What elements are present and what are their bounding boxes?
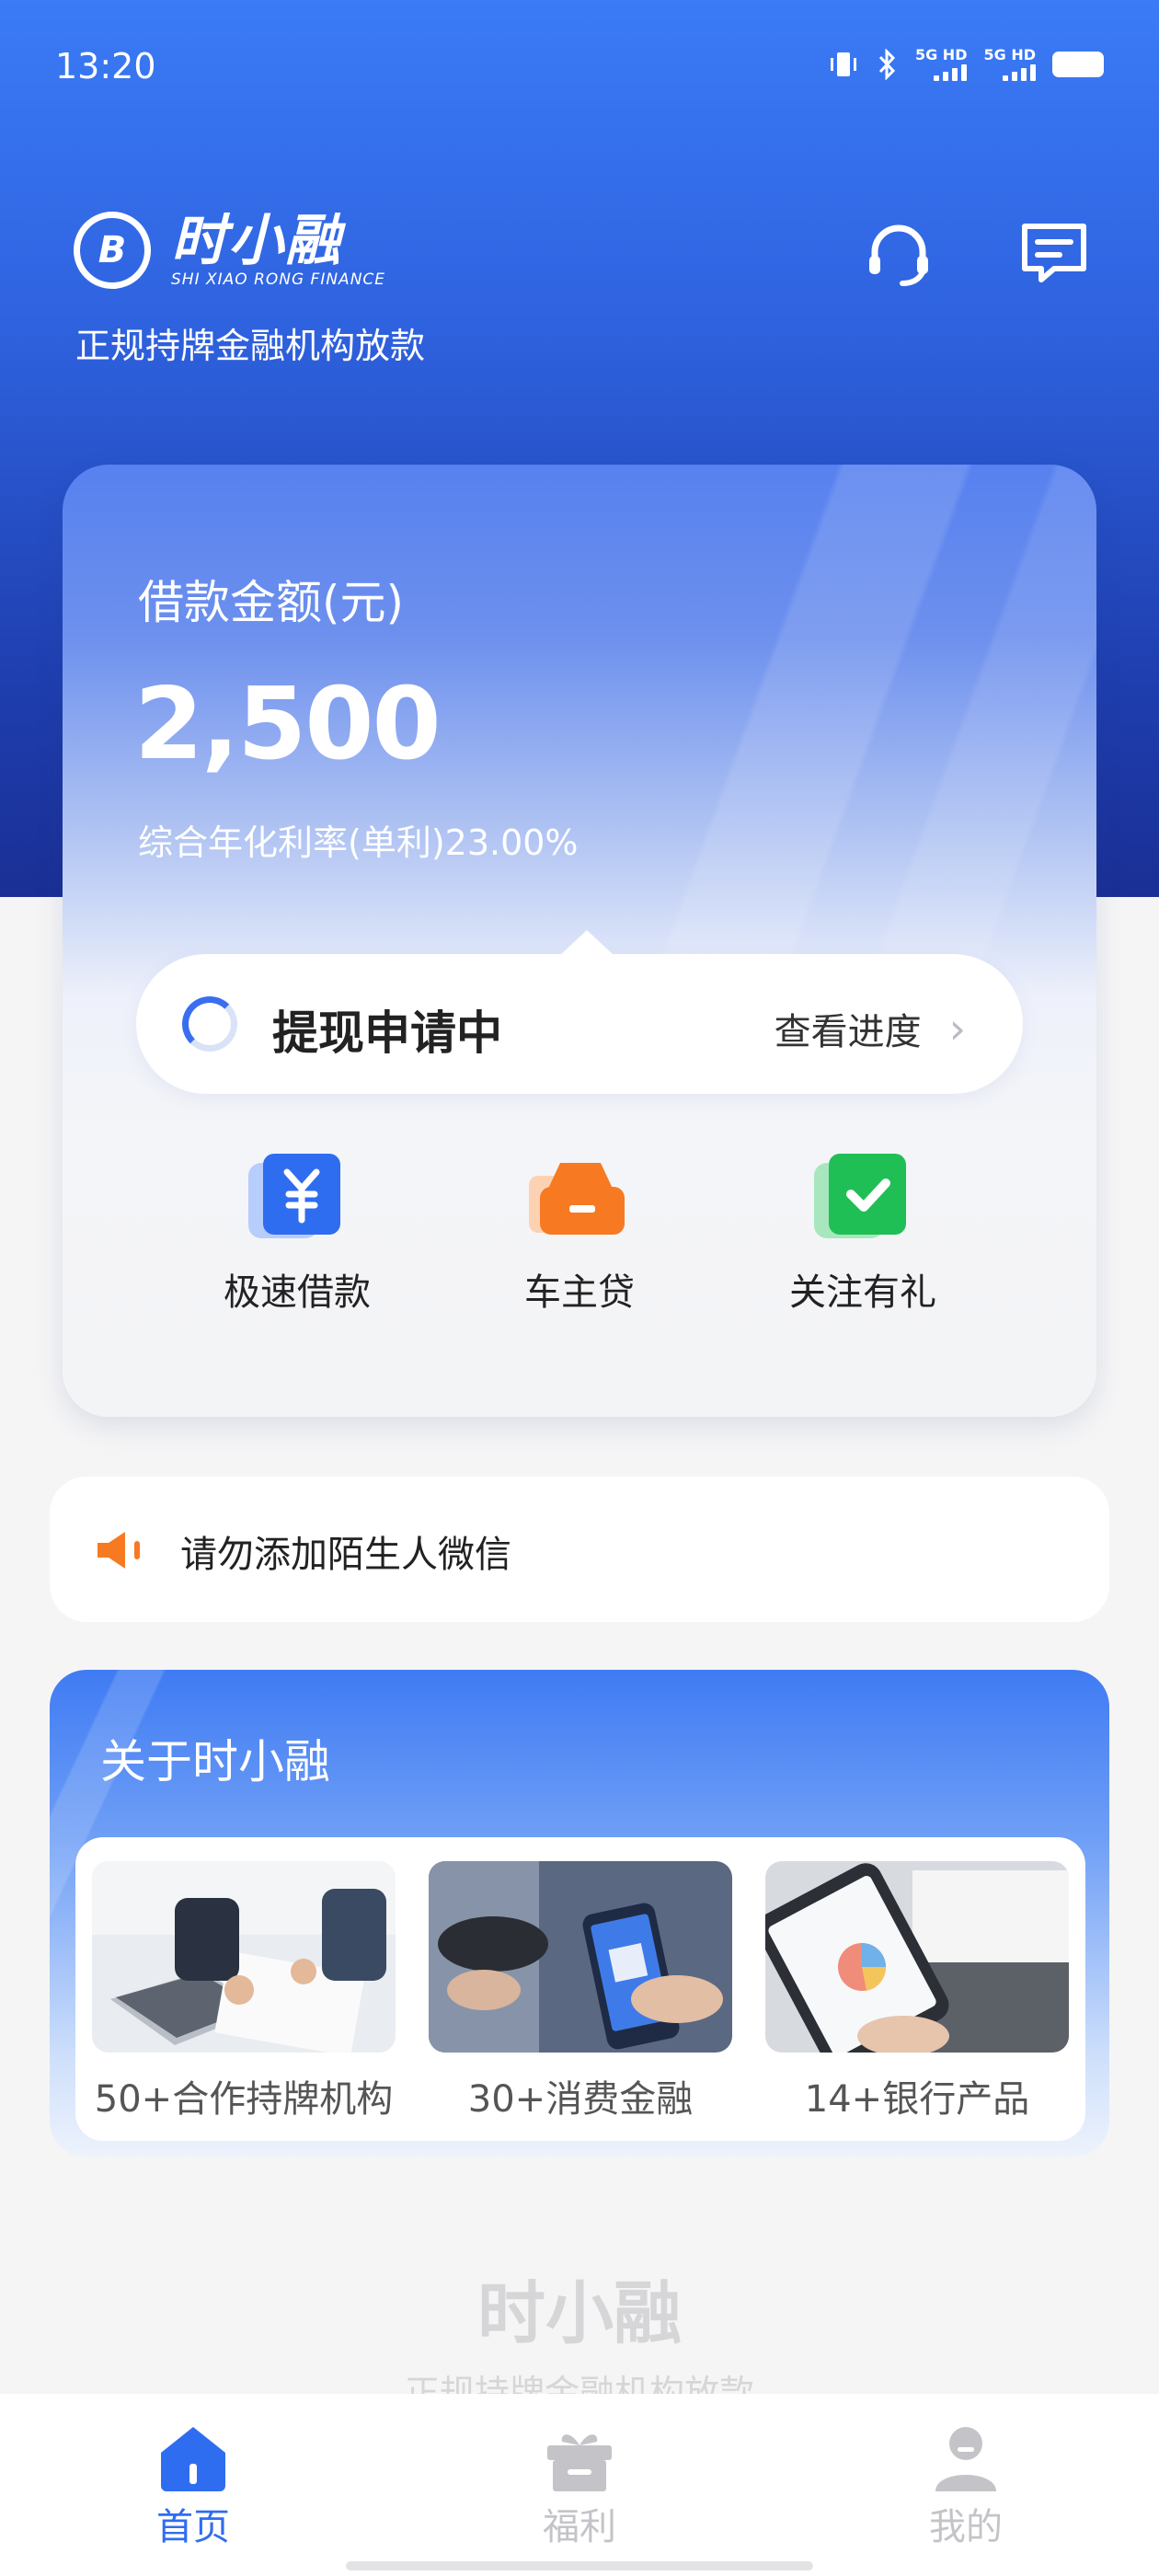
interest-rate-text: 综合年化利率(单利)23.00% xyxy=(138,822,579,863)
about-item-consumer-finance[interactable]: 30+消费金融 xyxy=(429,1861,732,2122)
check-icon xyxy=(812,1150,913,1242)
about-title: 关于时小融 xyxy=(100,1735,330,1788)
vibrate-icon xyxy=(830,52,856,76)
view-progress-link[interactable]: 查看进度 › xyxy=(775,1002,966,1055)
car-icon xyxy=(529,1150,630,1242)
about-section: 关于时小融 50+合作持牌机构 30+消费金融 14+银行产品 xyxy=(50,1670,1109,2157)
about-item-label: 30+消费金融 xyxy=(467,2078,694,2121)
home-icon xyxy=(157,2425,229,2493)
tab-home[interactable]: 首页 xyxy=(101,2425,285,2550)
loading-spinner-icon xyxy=(182,996,237,1052)
status-bar: 13:20 5G HD 5G HD xyxy=(0,0,1159,138)
tab-benefits[interactable]: 福利 xyxy=(488,2425,671,2550)
about-item-label: 50+合作持牌机构 xyxy=(94,2078,394,2121)
loan-amount-value: 2,500 xyxy=(134,667,442,782)
quick-action-label: 车主贷 xyxy=(524,1271,635,1314)
quick-action-follow-gift[interactable]: 关注有礼 xyxy=(725,1150,1001,1316)
about-cards: 50+合作持牌机构 30+消费金融 14+银行产品 xyxy=(75,1837,1085,2141)
home-indicator[interactable] xyxy=(346,2561,813,2570)
loan-card: 借款金额(元) 2,500 综合年化利率(单利)23.00% 提现申请中 查看进… xyxy=(63,465,1096,1417)
quick-action-fast-loan[interactable]: 极速借款 xyxy=(159,1150,435,1316)
card-decoration xyxy=(637,465,1096,980)
bluetooth-icon xyxy=(878,49,896,80)
gift-icon xyxy=(544,2425,615,2493)
quick-action-label: 极速借款 xyxy=(224,1271,371,1314)
chevron-right-icon: › xyxy=(948,1004,966,1053)
speaker-icon xyxy=(98,1532,140,1569)
user-icon xyxy=(930,2425,1002,2493)
notice-bar[interactable]: 请勿添加陌生人微信 xyxy=(50,1477,1109,1622)
signal-sim2: 5G HD xyxy=(983,48,1036,81)
about-item-bank-products[interactable]: 14+银行产品 xyxy=(765,1861,1069,2122)
brand-subtitle: SHI XIAO RONG FINANCE xyxy=(171,270,386,289)
brand-name: 时小融 xyxy=(171,209,342,273)
phone-chart-photo xyxy=(765,1861,1069,2053)
brand-mark: B xyxy=(74,212,151,289)
tab-mine[interactable]: 我的 xyxy=(874,2425,1058,2550)
message-icon[interactable] xyxy=(1017,217,1091,291)
tab-label: 我的 xyxy=(929,2506,1003,2548)
headset-icon[interactable] xyxy=(862,217,935,291)
quick-action-car-loan[interactable]: 车主贷 xyxy=(442,1150,717,1316)
status-time: 13:20 xyxy=(55,46,156,86)
battery-icon xyxy=(1052,52,1104,77)
header-tagline: 正规持牌金融机构放款 xyxy=(75,326,426,366)
tab-label: 首页 xyxy=(156,2506,230,2548)
about-item-label: 14+银行产品 xyxy=(804,2078,1030,2121)
withdraw-status-text: 提现申请中 xyxy=(272,1006,502,1060)
brand-logo-block: B 时小融 SHI XIAO RONG FINANCE xyxy=(74,212,385,289)
business-photo xyxy=(92,1861,396,2053)
yuan-icon xyxy=(247,1150,348,1242)
notice-text: 请勿添加陌生人微信 xyxy=(180,1534,511,1576)
status-icons: 5G HD 5G HD xyxy=(827,48,1104,81)
withdraw-progress-bar[interactable]: 提现申请中 查看进度 › xyxy=(136,930,1023,1094)
loan-amount-label: 借款金额(元) xyxy=(138,576,405,629)
signal-sim1: 5G HD xyxy=(915,48,968,81)
qr-payment-photo xyxy=(429,1861,732,2053)
quick-action-label: 关注有礼 xyxy=(789,1271,936,1314)
footer-brand: 时小融 xyxy=(477,2274,682,2353)
bottom-tab-bar: 首页 福利 我的 xyxy=(0,2394,1159,2576)
view-progress-label: 查看进度 xyxy=(774,1011,922,1053)
about-item-partners[interactable]: 50+合作持牌机构 xyxy=(92,1861,396,2122)
tab-label: 福利 xyxy=(543,2506,616,2548)
